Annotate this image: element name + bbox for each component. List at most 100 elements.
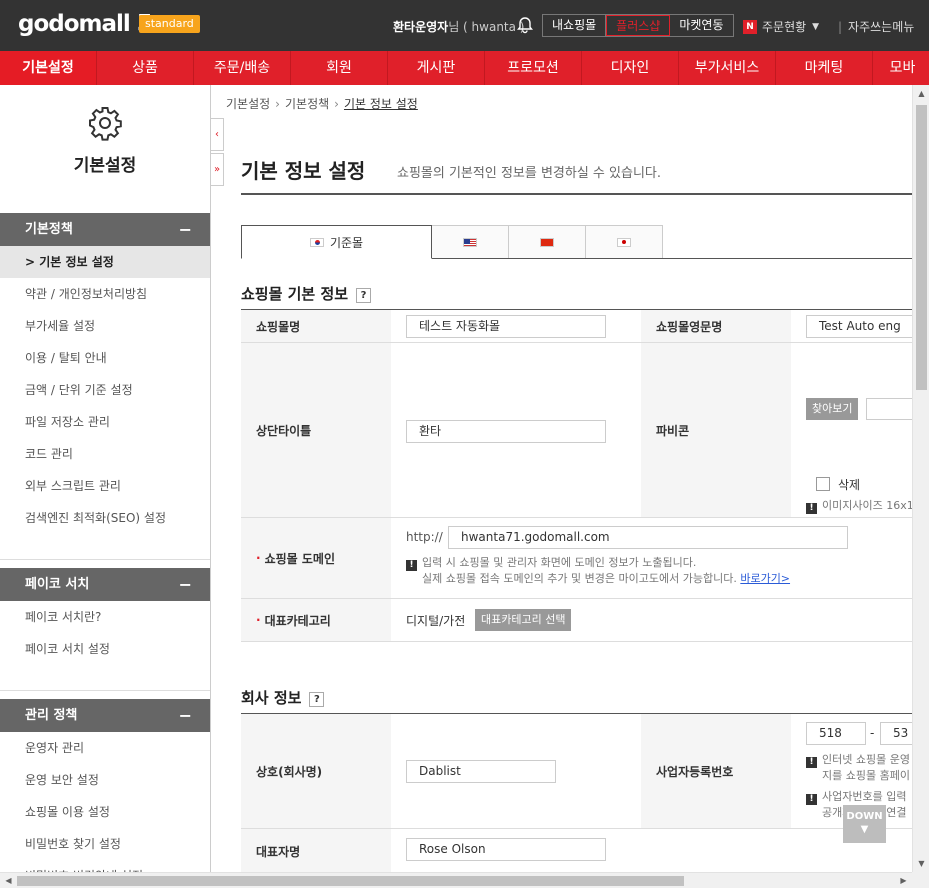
nav-members[interactable]: 회원	[291, 51, 388, 85]
sidebar-item-file-storage[interactable]: 파일 저장소 관리	[0, 406, 210, 438]
ceo-name-input[interactable]: Rose Olson	[406, 838, 606, 861]
order-status-dropdown[interactable]: N 주문현황 ▼	[743, 18, 819, 35]
favicon-file-input[interactable]	[866, 398, 914, 420]
top-title-label: 상단타이틀	[241, 343, 391, 517]
expand-all-icon[interactable]: »	[211, 153, 224, 186]
warning-icon: !	[806, 794, 817, 805]
logo-badge: standard	[139, 15, 200, 33]
nav-mobile[interactable]: 모바	[873, 51, 929, 85]
sidebar-item-operators[interactable]: 운영자 관리	[0, 732, 210, 764]
nav-marketing[interactable]: 마케팅	[776, 51, 873, 85]
sidebar-item-terms[interactable]: 약관 / 개인정보처리방침	[0, 278, 210, 310]
scroll-down-icon[interactable]: ▼	[913, 855, 929, 872]
sidebar: 기본설정 기본정책 − > 기본 정보 설정 약관 / 개인정보처리방침 부가세…	[0, 85, 211, 872]
scroll-up-icon[interactable]: ▲	[913, 85, 929, 102]
collapse-icon[interactable]: −	[179, 699, 192, 732]
divider: |	[838, 20, 843, 34]
breadcrumb: 기본설정 › 기본정책 › 기본 정보 설정	[226, 95, 418, 112]
tab-chinese-mall[interactable]	[509, 225, 586, 259]
korea-flag-icon	[309, 237, 324, 247]
sidebar-item-vat[interactable]: 부가세율 설정	[0, 310, 210, 342]
chevron-down-icon: ▼	[860, 824, 869, 835]
help-icon[interactable]: ?	[356, 288, 372, 303]
nav-design[interactable]: 디자인	[582, 51, 679, 85]
business-number-part1[interactable]: 518	[806, 722, 866, 745]
scroll-right-icon[interactable]: ▶	[895, 873, 912, 888]
mall-eng-name-label: 쇼핑몰영문명	[641, 310, 791, 342]
breadcrumb-current[interactable]: 기본 정보 설정	[344, 97, 418, 111]
sidebar-item-find-password[interactable]: 비밀번호 찾기 설정	[0, 828, 210, 860]
divider	[432, 258, 914, 259]
sidebar-group-basic-policy[interactable]: 기본정책 −	[0, 213, 210, 246]
section-title-company-info: 회사 정보?	[241, 687, 325, 708]
nav-basic-settings[interactable]: 기본설정	[0, 51, 97, 85]
vertical-scroll-thumb[interactable]	[916, 105, 927, 390]
breadcrumb-item[interactable]: 기본정책	[285, 97, 329, 111]
find-file-button[interactable]: 찾아보기	[806, 398, 859, 420]
collapse-icon[interactable]: −	[179, 213, 192, 246]
sidebar-item-security[interactable]: 운영 보안 설정	[0, 764, 210, 796]
breadcrumb-item[interactable]: 기본설정	[226, 97, 270, 111]
company-name-input[interactable]: Dablist	[406, 760, 556, 783]
mall-name-input[interactable]: 테스트 자동화몰	[406, 315, 606, 338]
nav-promotion[interactable]: 프로모션	[485, 51, 582, 85]
sidebar-group-payco-search[interactable]: 페이코 서치 −	[0, 568, 210, 601]
company-info-table: 상호(회사명) Dablist 사업자등록번호 518 - 53 ! 인터넷 쇼핑…	[241, 713, 914, 872]
collapse-icon[interactable]: −	[179, 568, 192, 601]
select-category-button[interactable]: 대표카테고리 선택	[475, 609, 572, 631]
gear-icon	[87, 105, 123, 141]
ceo-name-label: 대표자명	[241, 829, 391, 872]
vertical-scrollbar[interactable]: ▲ ▼	[912, 85, 929, 872]
tab-japanese-mall[interactable]	[586, 225, 663, 259]
required-mark: ·	[256, 551, 261, 565]
horizontal-scrollbar[interactable]: ◀ ▶	[0, 872, 912, 888]
sidebar-item-code[interactable]: 코드 관리	[0, 438, 210, 470]
favicon-label: 파비콘	[641, 343, 791, 517]
collapse-sidebar-icon[interactable]: ‹	[211, 118, 224, 151]
domain-input[interactable]: hwanta71.godomall.com	[448, 526, 848, 549]
nav-orders[interactable]: 주문/배송	[194, 51, 291, 85]
delete-checkbox[interactable]	[816, 477, 830, 491]
language-tabs: 기준몰	[241, 225, 663, 259]
sidebar-item-payco-settings[interactable]: 페이코 서치 설정	[0, 633, 210, 665]
my-shop-button[interactable]: 내쇼핑몰	[543, 15, 607, 36]
market-link-button[interactable]: 마켓연동	[670, 15, 732, 36]
business-number-label: 사업자등록번호	[641, 714, 791, 828]
required-mark: ·	[256, 613, 261, 627]
business-number-part2[interactable]: 53	[880, 722, 914, 745]
bell-icon[interactable]	[516, 16, 534, 34]
nav-products[interactable]: 상품	[97, 51, 194, 85]
nav-addon-services[interactable]: 부가서비스	[679, 51, 776, 85]
sidebar-item-basic-info[interactable]: > 기본 정보 설정	[0, 246, 210, 278]
sidebar-spacer	[0, 665, 210, 691]
table-row: · 대표카테고리 디지털/가전 대표카테고리 선택	[241, 599, 914, 642]
table-row: 대표자명 Rose Olson	[241, 829, 914, 872]
sidebar-item-mall-usage[interactable]: 쇼핑몰 이용 설정	[0, 796, 210, 828]
page-description: 쇼핑몰의 기본적인 정보를 변경하실 수 있습니다.	[397, 166, 661, 181]
logo[interactable]: godomall 5	[18, 11, 153, 37]
mall-eng-name-input[interactable]: Test Auto eng	[806, 315, 914, 338]
sidebar-item-external-script[interactable]: 외부 스크립트 관리	[0, 470, 210, 502]
plus-shop-button[interactable]: 플러스샵	[606, 15, 671, 36]
scroll-down-button[interactable]: DOWN ▼	[843, 805, 886, 843]
frequent-menu[interactable]: | 자주쓰는메뉴	[838, 18, 914, 35]
tab-base-mall[interactable]: 기준몰	[241, 225, 432, 259]
tab-english-mall[interactable]	[432, 225, 509, 259]
horizontal-scroll-thumb[interactable]	[17, 876, 684, 886]
sidebar-item-amount-unit[interactable]: 금액 / 단위 기준 설정	[0, 374, 210, 406]
shortcut-link[interactable]: 바로가기>	[740, 572, 790, 585]
nav-board[interactable]: 게시판	[388, 51, 485, 85]
user-name: 환타운영자	[393, 20, 449, 34]
sidebar-group-admin-policy[interactable]: 관리 정책 −	[0, 699, 210, 732]
sidebar-item-payco-about[interactable]: 페이코 서치란?	[0, 601, 210, 633]
sidebar-item-usage[interactable]: 이용 / 탈퇴 안내	[0, 342, 210, 374]
scroll-left-icon[interactable]: ◀	[0, 873, 17, 888]
help-icon[interactable]: ?	[309, 692, 325, 707]
sidebar-item-password-change[interactable]: 비밀번호 변경안내 설정	[0, 860, 210, 872]
user-suffix: 님 ( hwanta )	[448, 20, 525, 34]
business-number-note1: ! 인터넷 쇼핑몰 운영 지를 쇼핑몰 홈페이	[806, 752, 910, 783]
top-title-input[interactable]: 환타	[406, 420, 606, 443]
sidebar-item-seo[interactable]: 검색엔진 최적화(SEO) 설정	[0, 502, 210, 534]
delete-checkbox-row[interactable]: 삭제	[816, 476, 860, 493]
warning-icon: !	[406, 560, 417, 571]
